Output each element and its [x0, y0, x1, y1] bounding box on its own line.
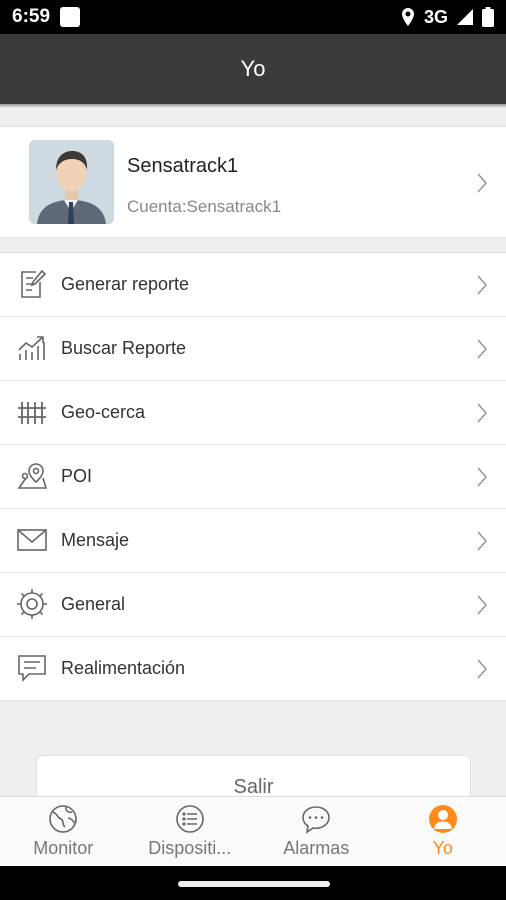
list-icon: [175, 805, 204, 833]
globe-icon: [49, 805, 78, 833]
tab-dispositivos[interactable]: Dispositi...: [127, 797, 254, 866]
feedback-icon: [18, 655, 46, 682]
bottom-tab-bar: Monitor Dispositi... Alarmas Yo: [0, 796, 506, 866]
header-shadow: [0, 104, 506, 108]
menu-item-general[interactable]: General: [0, 573, 506, 637]
chevron-right-icon: [477, 467, 488, 487]
tab-label: Monitor: [33, 838, 94, 858]
menu-item-label: Realimentación: [61, 658, 186, 678]
tab-label: Yo: [432, 838, 453, 858]
location-icon: [401, 8, 414, 26]
trend-chart-icon: [18, 336, 45, 360]
chevron-right-icon: [477, 659, 488, 679]
avatar: [29, 140, 114, 224]
chevron-right-icon: [477, 531, 488, 551]
menu-item-realimentacion[interactable]: Realimentación: [0, 637, 506, 701]
status-indicators: 3G: [400, 7, 494, 28]
profile-name: Sensatrack1: [127, 155, 239, 177]
system-nav-bar: [0, 866, 506, 900]
menu-item-generar-reporte[interactable]: Generar reporte: [0, 253, 506, 317]
menu-item-mensaje[interactable]: Mensaje: [0, 509, 506, 573]
status-time: 6:59: [12, 6, 51, 27]
map-pin-icon: [17, 463, 48, 489]
profile-account: Cuenta:Sensatrack1: [127, 197, 282, 216]
profile-card[interactable]: Sensatrack1 Cuenta:Sensatrack1: [0, 126, 506, 238]
tab-monitor[interactable]: Monitor: [0, 797, 127, 866]
chevron-right-icon: [477, 595, 488, 615]
signal-icon: [457, 9, 473, 25]
menu-item-label: Generar reporte: [61, 274, 190, 294]
notification-icon: [60, 7, 81, 27]
app-header: Yo: [0, 34, 506, 104]
report-edit-icon: [21, 269, 47, 298]
menu-item-buscar-reporte[interactable]: Buscar Reporte: [0, 317, 506, 381]
battery-icon: [482, 7, 494, 27]
menu-item-label: Mensaje: [61, 530, 130, 550]
chevron-right-icon: [477, 403, 488, 423]
home-gesture-handle[interactable]: [178, 881, 330, 887]
status-bar: 6:59 3G: [0, 0, 506, 34]
tab-label: Dispositi...: [148, 838, 232, 858]
gear-icon: [17, 589, 47, 619]
chat-bubble-icon: [302, 806, 331, 834]
envelope-icon: [17, 529, 47, 551]
chevron-right-icon: [477, 275, 488, 295]
person-icon: [428, 805, 457, 833]
menu-item-label: General: [61, 594, 126, 614]
page-title: Yo: [240, 56, 266, 81]
menu-item-label: Buscar Reporte: [61, 338, 187, 358]
tab-alarmas[interactable]: Alarmas: [253, 797, 380, 866]
menu-item-geo-cerca[interactable]: Geo-cerca: [0, 381, 506, 445]
tab-label: Alarmas: [283, 838, 350, 858]
settings-menu: Generar reporte Buscar Reporte Geo-cerca…: [0, 252, 506, 701]
chevron-right-icon: [477, 339, 488, 359]
chevron-right-icon: [477, 173, 488, 193]
network-type: 3G: [423, 6, 448, 27]
tab-yo[interactable]: Yo: [380, 797, 506, 866]
menu-item-poi[interactable]: POI: [0, 445, 506, 509]
menu-item-label: Geo-cerca: [61, 402, 146, 422]
fence-icon: [18, 402, 46, 424]
menu-item-label: POI: [61, 466, 93, 486]
